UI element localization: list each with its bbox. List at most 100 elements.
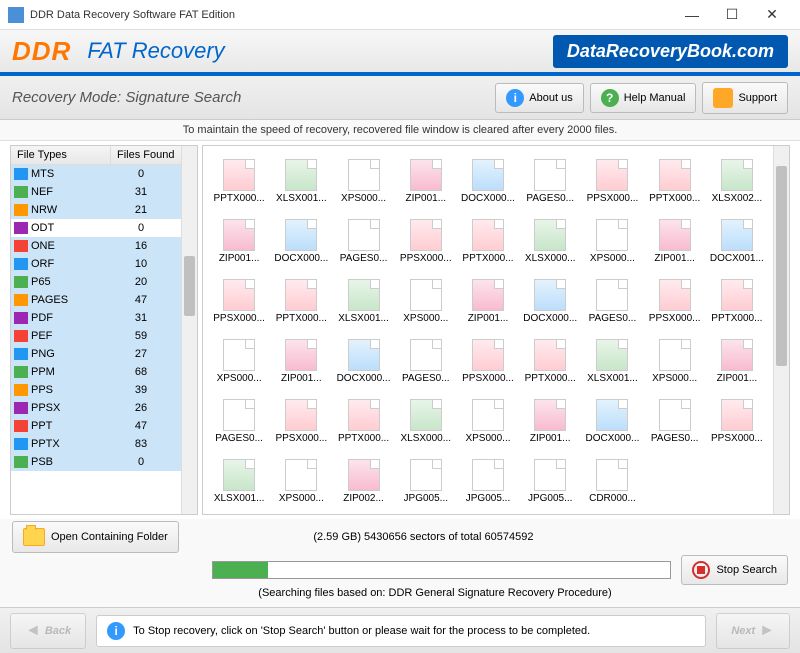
footer-message: iTo Stop recovery, click on 'Stop Search…	[96, 615, 706, 647]
file-icon	[348, 219, 380, 251]
filetype-row[interactable]: PDF31	[11, 309, 181, 327]
footer: ◄Back iTo Stop recovery, click on 'Stop …	[0, 607, 800, 653]
info-icon: i	[107, 622, 125, 640]
filetype-row[interactable]: ORF10	[11, 255, 181, 273]
file-item[interactable]: PAGES0...	[209, 392, 269, 450]
file-item[interactable]: PAGES0...	[645, 392, 705, 450]
progress-bar	[212, 561, 671, 579]
file-icon	[285, 399, 317, 431]
file-icon	[14, 276, 28, 288]
file-item[interactable]: JPG005...	[396, 452, 456, 510]
file-icon	[14, 420, 28, 432]
file-item[interactable]: XLSX001...	[271, 152, 331, 210]
file-item[interactable]: ZIP001...	[520, 392, 580, 450]
filetype-row[interactable]: PAGES47	[11, 291, 181, 309]
filetype-row[interactable]: ODT0	[11, 219, 181, 237]
close-button[interactable]: ✕	[752, 1, 792, 29]
file-item[interactable]: ZIP001...	[707, 332, 767, 390]
next-button[interactable]: Next►	[716, 613, 790, 649]
file-item[interactable]: ZIP001...	[271, 332, 331, 390]
filetype-row[interactable]: PEF59	[11, 327, 181, 345]
filetype-row[interactable]: PPS39	[11, 381, 181, 399]
maximize-button[interactable]: ☐	[712, 1, 752, 29]
file-item[interactable]: PPSX000...	[582, 152, 642, 210]
file-icon	[534, 339, 566, 371]
back-button[interactable]: ◄Back	[10, 613, 86, 649]
filetype-row[interactable]: PPSX26	[11, 399, 181, 417]
file-item[interactable]: PPSX000...	[209, 272, 269, 330]
filetype-row[interactable]: NRW21	[11, 201, 181, 219]
file-item[interactable]: XPS000...	[209, 332, 269, 390]
file-item[interactable]: DOCX001...	[707, 212, 767, 270]
info-icon: i	[506, 89, 524, 107]
file-icon	[14, 366, 28, 378]
help-button[interactable]: ?Help Manual	[590, 83, 697, 113]
filetype-row[interactable]: PSB0	[11, 453, 181, 471]
about-button[interactable]: iAbout us	[495, 83, 583, 113]
file-item[interactable]: XPS000...	[458, 392, 518, 450]
file-item[interactable]: PPTX000...	[520, 332, 580, 390]
file-item[interactable]: PPSX000...	[458, 332, 518, 390]
file-item[interactable]: DOCX000...	[520, 272, 580, 330]
product-name: FAT Recovery	[87, 38, 224, 64]
file-item[interactable]: XLSX001...	[209, 452, 269, 510]
stop-search-button[interactable]: Stop Search	[681, 555, 788, 585]
file-item[interactable]: PPTX000...	[458, 212, 518, 270]
filetype-row[interactable]: ONE16	[11, 237, 181, 255]
file-item[interactable]: ZIP001...	[396, 152, 456, 210]
filegrid-scrollbar[interactable]	[773, 146, 789, 514]
file-item[interactable]: PAGES0...	[333, 212, 393, 270]
file-item[interactable]: DOCX000...	[458, 152, 518, 210]
filetype-row[interactable]: PPM68	[11, 363, 181, 381]
file-item[interactable]: JPG005...	[520, 452, 580, 510]
file-icon	[472, 459, 504, 491]
file-item[interactable]: PPSX000...	[645, 272, 705, 330]
file-item[interactable]: XLSX000...	[520, 212, 580, 270]
file-item[interactable]: XPS000...	[582, 212, 642, 270]
file-icon	[14, 168, 28, 180]
file-item[interactable]: XPS000...	[333, 152, 393, 210]
file-item[interactable]: DOCX000...	[271, 212, 331, 270]
filetype-row[interactable]: NEF31	[11, 183, 181, 201]
file-item[interactable]: JPG005...	[458, 452, 518, 510]
file-icon	[285, 219, 317, 251]
file-item[interactable]: PAGES0...	[520, 152, 580, 210]
file-item[interactable]: PPSX000...	[271, 392, 331, 450]
file-item[interactable]: XPS000...	[645, 332, 705, 390]
file-icon	[14, 456, 28, 468]
file-item[interactable]: PPTX000...	[271, 272, 331, 330]
file-item[interactable]: PPSX000...	[707, 392, 767, 450]
filetype-row[interactable]: PPT47	[11, 417, 181, 435]
file-item[interactable]: DOCX000...	[582, 392, 642, 450]
file-item[interactable]: ZIP001...	[458, 272, 518, 330]
file-item[interactable]: XLSX002...	[707, 152, 767, 210]
file-item[interactable]: PAGES0...	[396, 332, 456, 390]
brand-badge: DataRecoveryBook.com	[553, 35, 788, 68]
filetype-row[interactable]: PNG27	[11, 345, 181, 363]
file-item[interactable]: XPS000...	[271, 452, 331, 510]
file-item[interactable]: PPTX000...	[707, 272, 767, 330]
file-item[interactable]: XLSX001...	[333, 272, 393, 330]
file-item[interactable]: PAGES0...	[582, 272, 642, 330]
file-item[interactable]: ZIP001...	[209, 212, 269, 270]
file-icon	[534, 459, 566, 491]
support-button[interactable]: Support	[702, 82, 788, 114]
file-item[interactable]: ZIP002...	[333, 452, 393, 510]
file-item[interactable]: CDR000...	[582, 452, 642, 510]
file-item[interactable]: ZIP001...	[645, 212, 705, 270]
file-item[interactable]: PPTX000...	[333, 392, 393, 450]
file-item[interactable]: XLSX000...	[396, 392, 456, 450]
file-item[interactable]: PPSX000...	[396, 212, 456, 270]
minimize-button[interactable]: —	[672, 1, 712, 29]
filetype-row[interactable]: PPTX83	[11, 435, 181, 453]
file-item[interactable]: DOCX000...	[333, 332, 393, 390]
file-icon	[659, 219, 691, 251]
file-item[interactable]: PPTX000...	[209, 152, 269, 210]
filetype-row[interactable]: P6520	[11, 273, 181, 291]
file-item[interactable]: XPS000...	[396, 272, 456, 330]
filetype-row[interactable]: MTS0	[11, 165, 181, 183]
filetype-scrollbar[interactable]	[181, 146, 197, 514]
file-item[interactable]: PPTX000...	[645, 152, 705, 210]
file-item[interactable]: XLSX001...	[582, 332, 642, 390]
open-folder-button[interactable]: Open Containing Folder	[12, 521, 179, 553]
